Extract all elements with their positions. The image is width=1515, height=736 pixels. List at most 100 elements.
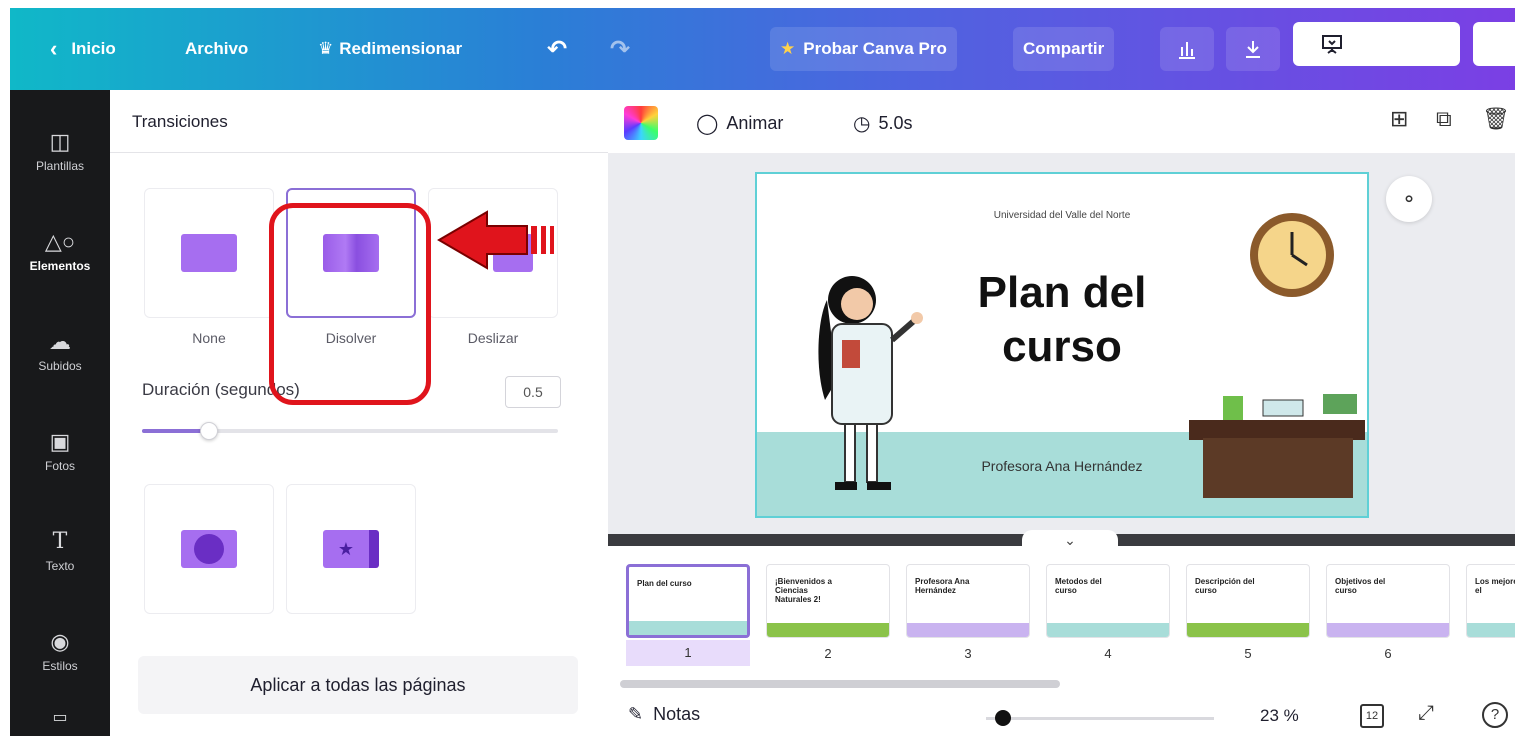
- page-thumbnail[interactable]: Objetivos del curso: [1326, 564, 1450, 638]
- page-thumbnail[interactable]: Metodos del curso: [1046, 564, 1170, 638]
- red-arrow-icon: [437, 210, 554, 270]
- trash-icon[interactable]: 🗑: [1482, 106, 1510, 132]
- page-thumbnail[interactable]: Profesora Ana Hernández: [906, 564, 1030, 638]
- share-button[interactable]: Compartir: [1013, 27, 1115, 71]
- add-comment-icon[interactable]: ⚬: [1386, 176, 1432, 222]
- left-rail: ◫ Plantillas △○ Elementos ☁ Subidos ▣ Fo…: [10, 90, 110, 736]
- zoom-level: 23 %: [1260, 706, 1299, 725]
- thumbnail-band: [767, 623, 889, 637]
- panel-title: Transiciones: [132, 112, 228, 131]
- present-button[interactable]: Presentar: [1293, 22, 1460, 66]
- notes-button[interactable]: ✎ Notas: [628, 704, 700, 725]
- duration-button[interactable]: ◷ 5.0s: [853, 108, 912, 138]
- add-page-icon[interactable]: ⊞: [1390, 106, 1408, 132]
- page-thumbnail[interactable]: ¡Bienvenidos a Ciencias Naturales 2!: [766, 564, 890, 638]
- more-options-button[interactable]: ···: [1473, 22, 1515, 66]
- thumbnail-title: Descripción del curso: [1195, 577, 1255, 595]
- transition-preview: [181, 530, 237, 568]
- duration-slider[interactable]: [142, 422, 558, 440]
- transition-circle-card[interactable]: [144, 484, 274, 614]
- stats-icon[interactable]: [1160, 27, 1214, 71]
- thumbnail-band: [1327, 623, 1449, 637]
- slide-title: Plan del curso: [977, 268, 1147, 371]
- folder-icon: ▭: [52, 709, 68, 726]
- rail-item-texto[interactable]: T Texto: [10, 512, 110, 592]
- teacher-illustration: [818, 276, 923, 490]
- chevron-left-icon: ‹: [50, 36, 58, 61]
- thumbnail-title: Los mejores para el: [1475, 577, 1515, 595]
- upload-cloud-icon: ☁: [49, 329, 71, 354]
- apply-all-pages-button[interactable]: Aplicar a todas las páginas: [138, 656, 578, 714]
- transition-none-label: None: [192, 330, 226, 346]
- star-icon: ★: [780, 39, 796, 58]
- animate-button[interactable]: ◯ Animar: [696, 108, 783, 138]
- rail-item-estilos[interactable]: ◉ Estilos: [10, 612, 110, 692]
- crown-icon: ♛: [318, 39, 334, 58]
- download-icon[interactable]: [1226, 27, 1280, 71]
- slider-fill: [142, 429, 209, 433]
- rail-item-elementos[interactable]: △○ Elementos: [10, 212, 110, 292]
- thumbnail-band: [907, 623, 1029, 637]
- horizontal-scrollbar[interactable]: [620, 680, 1060, 688]
- page-number: 3: [964, 646, 972, 661]
- transition-star-card[interactable]: ★: [286, 484, 416, 614]
- slide-canvas[interactable]: Universidad del Valle del Norte Plan del…: [755, 172, 1369, 518]
- page-number: 5: [1244, 646, 1252, 661]
- transitions-panel: Transiciones None Disolver Deslizar Dura…: [110, 90, 608, 736]
- palette-icon: ◉: [50, 629, 70, 654]
- file-menu-button[interactable]: Archivo: [175, 27, 258, 71]
- rail-item-subidos[interactable]: ☁ Subidos: [10, 312, 110, 392]
- zoom-thumb[interactable]: [995, 710, 1012, 726]
- rail-item-fotos[interactable]: ▣ Fotos: [10, 412, 110, 492]
- elements-icon: △○: [44, 229, 76, 254]
- duration-input[interactable]: 0.5: [505, 376, 561, 408]
- desk-illustration: [1189, 394, 1365, 498]
- redo-icon[interactable]: ↷: [600, 27, 640, 71]
- transition-none-card[interactable]: [144, 188, 274, 318]
- thumbnail-title: Profesora Ana Hernández: [915, 577, 970, 595]
- color-picker-button[interactable]: [624, 106, 658, 140]
- slide-university: Universidad del Valle del Norte: [993, 210, 1131, 221]
- page-thumbnail[interactable]: Plan del curso: [626, 564, 750, 638]
- try-pro-button[interactable]: ★ Probar Canva Pro: [770, 27, 957, 71]
- thumbnail-band: [1047, 623, 1169, 637]
- top-bar: ‹ Inicio Archivo ♛ Redimensionar ↶ ↷ ★ P…: [10, 8, 1515, 90]
- clock-illustration: [1250, 213, 1334, 297]
- animate-icon: ◯: [696, 112, 719, 135]
- thumbnail-title: Plan del curso: [637, 579, 692, 588]
- thumbnail-strip: Plan del curso 1 ¡Bienvenidos a Ciencias N…: [608, 546, 1515, 676]
- thumbnail-band: [1467, 623, 1515, 637]
- page-number: 4: [1104, 646, 1112, 661]
- rail-item-plantillas[interactable]: ◫ Plantillas: [10, 112, 110, 192]
- star-icon: ★: [323, 530, 379, 568]
- thumbnail-title: ¡Bienvenidos a Ciencias Naturales 2!: [775, 577, 832, 604]
- zoom-slider[interactable]: [986, 710, 1214, 726]
- text-icon: T: [52, 529, 68, 554]
- transition-preview: [181, 234, 237, 272]
- thumbnail-title: Metodos del curso: [1055, 577, 1102, 595]
- thumbnail-band: [629, 621, 747, 635]
- undo-icon[interactable]: ↶: [537, 27, 577, 71]
- page-grid-icon[interactable]: 12: [1360, 704, 1384, 728]
- slide-professor: Profesora Ana Hernández: [981, 458, 1143, 474]
- notes-icon: ✎: [628, 704, 644, 724]
- canvas-area: Universidad del Valle del Norte Plan del…: [608, 154, 1515, 534]
- home-button[interactable]: ‹ Inicio: [40, 27, 126, 71]
- presentation-icon: [1322, 35, 1343, 54]
- rail-item-more[interactable]: ▭: [10, 700, 110, 736]
- bottom-bar: ✎ Notas 23 % 12 ⤢ ?: [608, 692, 1515, 736]
- transition-slide-label: Deslizar: [467, 330, 519, 346]
- clock-icon: ◷: [853, 112, 871, 135]
- fullscreen-icon[interactable]: ⤢: [1418, 702, 1434, 725]
- divider: [110, 152, 608, 153]
- resize-button[interactable]: ♛ Redimensionar: [308, 27, 472, 71]
- page-number: 2: [824, 646, 832, 661]
- help-icon[interactable]: ?: [1482, 702, 1508, 728]
- highlight-box: [269, 203, 431, 405]
- page-thumbnail[interactable]: Los mejores para el: [1466, 564, 1515, 638]
- duplicate-page-icon[interactable]: ⧉: [1436, 106, 1452, 132]
- page-thumbnail[interactable]: Descripción del curso: [1186, 564, 1310, 638]
- slider-thumb[interactable]: [199, 422, 218, 440]
- editor-toolbar: ◯ Animar ◷ 5.0s ⊞ ⧉ 🗑: [608, 90, 1515, 154]
- thumbnail-title: Objetivos del curso: [1335, 577, 1386, 595]
